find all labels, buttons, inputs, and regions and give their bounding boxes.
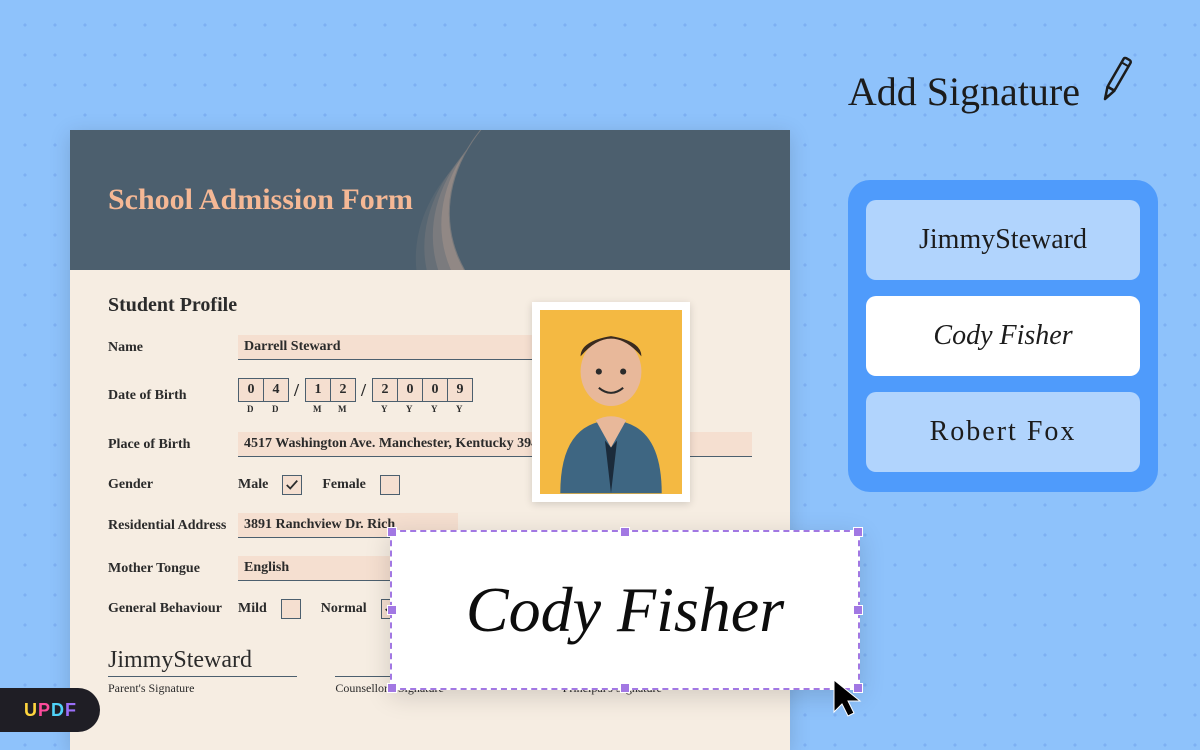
label-name: Name [108,340,238,356]
signature-palette: JimmySteward Cody Fisher Robert Fox [848,180,1158,492]
signature-stamp-text: Cody Fisher [466,573,784,647]
label-pob: Place of Birth [108,437,238,453]
parent-signature-field[interactable]: JimmySteward [108,639,297,677]
behaviour-normal-label: Normal [321,601,367,617]
parent-signature-label: Parent's Signature [108,681,297,696]
label-tongue: Mother Tongue [108,561,238,577]
pencil-icon [1092,50,1140,115]
gender-male-label: Male [238,477,268,493]
label-address: Residential Address [108,518,238,534]
input-dob[interactable]: 0D 4D / 1M 2M / 2Y 0Y 0Y 9Y [238,378,472,414]
logo-letter-d: D [51,700,64,721]
signature-option-2[interactable]: Robert Fox [866,392,1140,472]
behaviour-mild-checkbox[interactable] [281,599,301,619]
label-gender: Gender [108,477,238,493]
resize-handle-bm[interactable] [620,683,630,693]
add-signature-heading: Add Signature [848,50,1140,115]
form-header: School Admission Form [70,130,790,270]
signature-option-0[interactable]: JimmySteward [866,200,1140,280]
resize-handle-mr[interactable] [853,605,863,615]
updf-logo-badge: U P D F [0,688,100,732]
form-title: School Admission Form [108,183,413,217]
logo-letter-u: U [24,700,37,721]
resize-handle-bl[interactable] [387,683,397,693]
label-dob: Date of Birth [108,388,238,404]
label-behaviour: General Behaviour [108,601,238,617]
resize-handle-ml[interactable] [387,605,397,615]
gender-female-checkbox[interactable] [380,475,400,495]
resize-handle-tm[interactable] [620,527,630,537]
logo-letter-p: P [38,700,50,721]
student-photo [532,302,690,502]
add-signature-text: Add Signature [848,68,1080,115]
behaviour-mild-label: Mild [238,601,267,617]
gender-female-label: Female [322,477,366,493]
cursor-icon [830,678,872,720]
signature-stamp[interactable]: Cody Fisher [390,530,860,690]
logo-letter-f: F [65,700,76,721]
signature-option-1[interactable]: Cody Fisher [866,296,1140,376]
gender-male-checkbox[interactable] [282,475,302,495]
resize-handle-tr[interactable] [853,527,863,537]
resize-handle-tl[interactable] [387,527,397,537]
